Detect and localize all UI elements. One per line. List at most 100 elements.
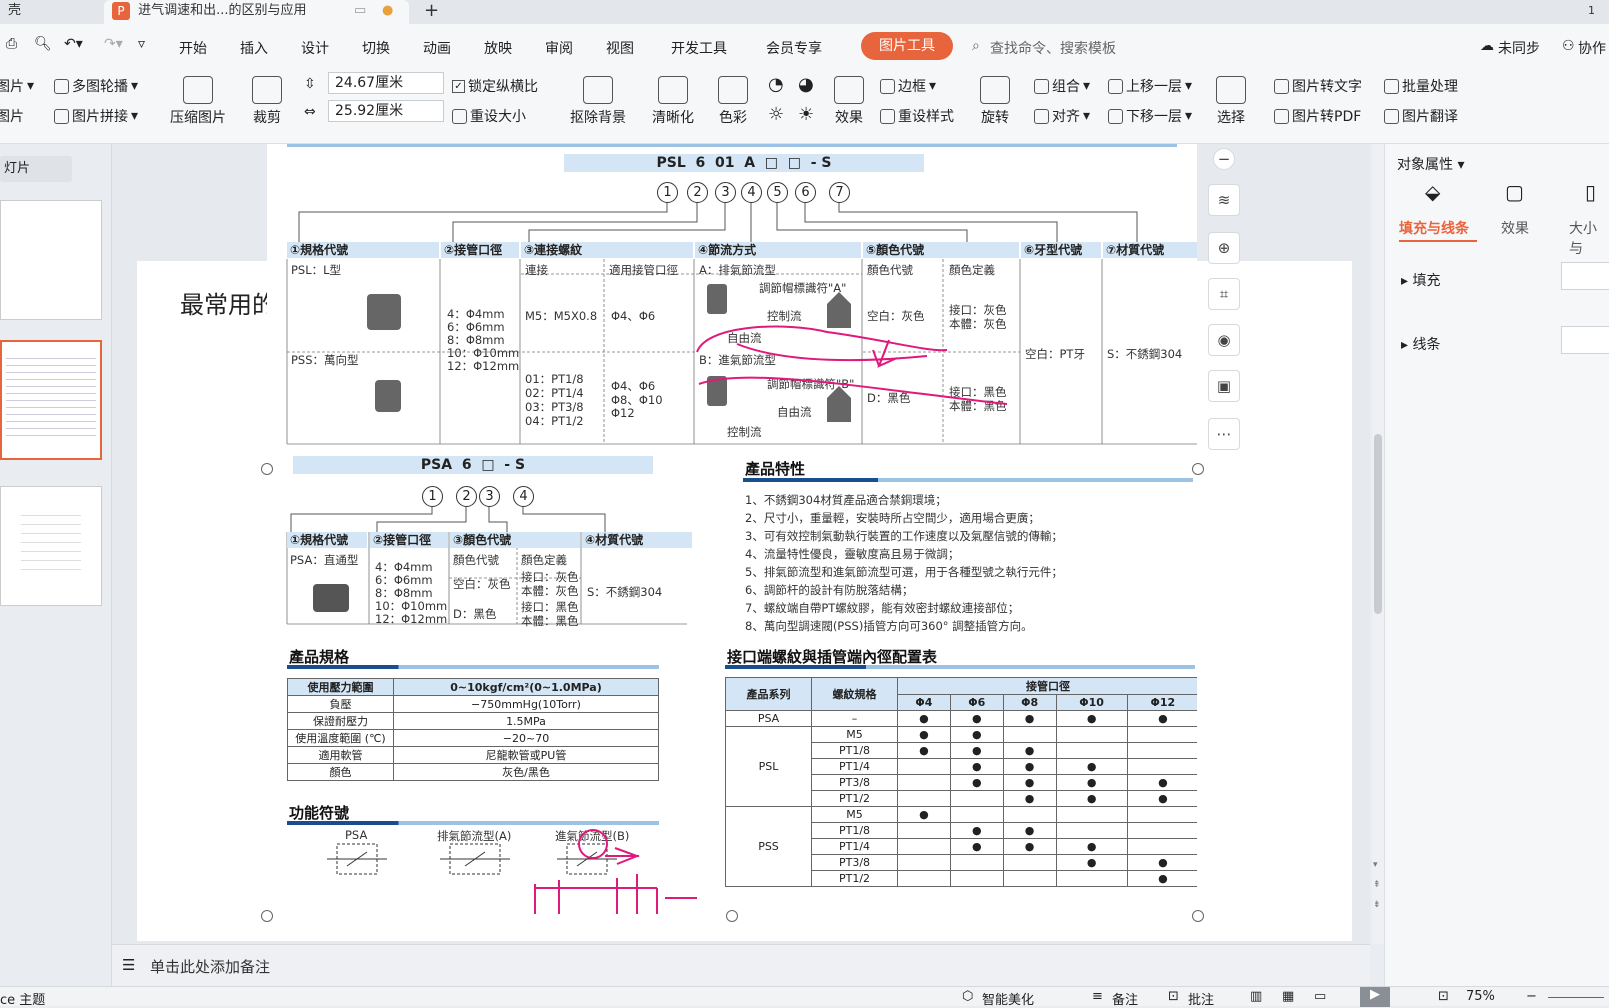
contrast-up-icon[interactable]: ◔ [768, 74, 784, 95]
menu-developer[interactable]: 开发工具 [671, 38, 727, 58]
zoom-slider[interactable] [1548, 997, 1604, 998]
slide-thumbnail-2[interactable] [0, 340, 102, 460]
slide-title[interactable]: 最常用的 [180, 285, 276, 320]
normal-view-icon[interactable]: ▥ [1250, 989, 1262, 1004]
menu-animation[interactable]: 动画 [423, 38, 451, 58]
menu-slideshow[interactable]: 放映 [484, 38, 512, 58]
resize-handle-bottom-right[interactable] [1192, 910, 1204, 922]
effects-button[interactable]: 效果 [834, 76, 864, 127]
tab-previous[interactable]: 壳 [0, 0, 60, 24]
fit-window-icon[interactable]: ⊡ [1438, 989, 1449, 1004]
quick-access-chevron-icon[interactable]: ▿ [138, 36, 145, 52]
theme-name[interactable]: ce 主题 [0, 989, 45, 1008]
scrollbar-thumb[interactable] [1374, 434, 1382, 614]
bring-forward-button[interactable]: 上移一层 ▾ [1108, 76, 1192, 96]
crop-button[interactable]: 裁剪 [252, 76, 282, 127]
comment-icon[interactable]: ⊡ [1168, 989, 1179, 1004]
notes-toggle-icon[interactable]: ≡ [1092, 989, 1103, 1004]
idea-bulb-icon[interactable]: ◉ [1208, 324, 1240, 356]
contrast-down-icon[interactable]: ◕ [798, 74, 814, 95]
change-picture-button[interactable]: 图片 ▾ [0, 76, 34, 96]
menu-insert[interactable]: 插入 [240, 38, 268, 58]
send-backward-button[interactable]: 下移一层 ▾ [1108, 106, 1192, 126]
image-convert-icon[interactable]: ▣ [1208, 370, 1240, 402]
select-button[interactable]: 选择 [1216, 76, 1246, 127]
sharpen-button[interactable]: 清晰化 [652, 76, 694, 127]
tab-document-active[interactable]: P 进气调速和出...的区别与应用 ▭ ● [104, 0, 409, 24]
collab-button[interactable]: 协作 [1578, 38, 1606, 58]
cloud-sync-icon[interactable]: ☁ [1480, 38, 1494, 54]
resize-handle-bottom-left[interactable] [261, 910, 273, 922]
image-collage-button[interactable]: 图片拼接 ▾ [54, 106, 138, 126]
compress-picture-button[interactable]: 压缩图片 [170, 76, 226, 127]
tab-picture-tools[interactable]: 图片工具 [861, 32, 953, 60]
zoom-level[interactable]: 75% [1466, 989, 1495, 1004]
reset-style-button[interactable]: 重设样式 [880, 106, 954, 126]
prev-slide-icon[interactable]: ⇞ [1373, 880, 1381, 890]
more-icon[interactable]: ⋯ [1208, 418, 1240, 450]
undo-icon[interactable]: ↶▾ [64, 36, 83, 52]
monitor-icon[interactable]: ▭ [354, 0, 366, 22]
fill-dropdown[interactable] [1561, 262, 1609, 290]
print-icon[interactable]: ⎙ [6, 36, 17, 52]
slide-thumbnail-1[interactable] [0, 200, 102, 320]
notes-toggle-button[interactable]: 备注 [1112, 989, 1138, 1008]
width-field[interactable]: 24.67厘米 [328, 72, 444, 94]
notes-bar[interactable]: ☰ 单击此处添加备注 [112, 944, 1370, 986]
pic-to-text-button[interactable]: 图片转文字 [1274, 76, 1362, 96]
zoom-out-icon[interactable]: − [1526, 989, 1537, 1004]
scroll-down-icon[interactable]: ▾ [1373, 860, 1378, 870]
batch-button[interactable]: 批量处理 [1384, 76, 1458, 96]
resize-handle-right[interactable] [1192, 463, 1204, 475]
section-line[interactable]: ▸ 线条 [1401, 334, 1440, 354]
comment-button[interactable]: 批注 [1188, 989, 1214, 1008]
menu-transition[interactable]: 切换 [362, 38, 390, 58]
search-icon[interactable]: ⌕ [972, 38, 980, 54]
play-slideshow-icon[interactable]: ▶ [1360, 987, 1390, 1007]
lock-ratio-checkbox[interactable]: ✓ 锁定纵横比 [452, 76, 538, 96]
menu-design[interactable]: 设计 [301, 38, 329, 58]
border-button[interactable]: 边框 ▾ [880, 76, 936, 96]
collab-icon[interactable]: ⚇ [1562, 38, 1575, 54]
reading-view-icon[interactable]: ▭ [1314, 989, 1326, 1004]
pic-translate-button[interactable]: 图片翻译 [1384, 106, 1458, 126]
smart-beautify-button[interactable]: 智能美化 [982, 989, 1034, 1008]
vertical-scrollbar[interactable]: ▾ ⇞ ⇟ [1372, 144, 1384, 944]
print-preview-icon[interactable]: 🔍︎ [34, 36, 52, 52]
notes-placeholder[interactable]: 单击此处添加备注 [150, 956, 270, 977]
layers-icon[interactable]: ≋ [1208, 184, 1240, 216]
brightness-up-icon[interactable]: ☼ [768, 104, 784, 125]
align-button[interactable]: 对齐 ▾ [1034, 106, 1090, 126]
sync-status[interactable]: 未同步 [1498, 38, 1540, 58]
menu-member[interactable]: 会员专享 [766, 38, 822, 58]
reset-size-button[interactable]: 重设大小 [452, 106, 526, 126]
resize-handle-bottom[interactable] [726, 910, 738, 922]
slide-thumbnail-3[interactable] [0, 486, 102, 606]
menu-view[interactable]: 视图 [606, 38, 634, 58]
slide-sorter-icon[interactable]: ▦ [1282, 989, 1294, 1004]
tab-effects[interactable]: 效果 [1501, 218, 1529, 238]
section-fill[interactable]: ▸ 填充 [1401, 270, 1440, 290]
resize-handle-left[interactable] [261, 463, 273, 475]
menu-review[interactable]: 审阅 [545, 38, 573, 58]
group-button[interactable]: 组合 ▾ [1034, 76, 1090, 96]
menu-home[interactable]: 开始 [179, 38, 207, 58]
height-field[interactable]: 25.92厘米 [328, 100, 444, 122]
new-tab-button[interactable]: + [416, 0, 447, 24]
crop-float-icon[interactable]: ⌗ [1208, 278, 1240, 310]
next-slide-icon[interactable]: ⇟ [1373, 900, 1381, 910]
beautify-icon[interactable]: ⬡ [962, 989, 973, 1004]
tab-fill-line[interactable]: 填充与线条 [1399, 218, 1469, 238]
color-button[interactable]: 色彩 [718, 76, 748, 127]
redo-icon[interactable]: ↷▾ [104, 36, 123, 52]
selected-picture[interactable]: PSL 6 01 A □ □ - S 1 2 3 4 5 6 7 ①規格代號 ②… [267, 144, 1197, 914]
multi-image-carousel-button[interactable]: 多图轮播 ▾ [54, 76, 138, 96]
pic-to-pdf-button[interactable]: 图片转PDF [1274, 106, 1361, 126]
tab-size[interactable]: 大小与 [1569, 218, 1609, 258]
rotate-button[interactable]: 旋转 [980, 76, 1010, 127]
zoom-in-icon[interactable]: ⊕ [1208, 232, 1240, 264]
remove-background-button[interactable]: 抠除背景 [570, 76, 626, 127]
brightness-down-icon[interactable]: ☀ [798, 104, 814, 125]
save-picture-button[interactable]: 图片 [0, 106, 24, 126]
properties-title[interactable]: 对象属性 ▾ [1397, 154, 1464, 174]
